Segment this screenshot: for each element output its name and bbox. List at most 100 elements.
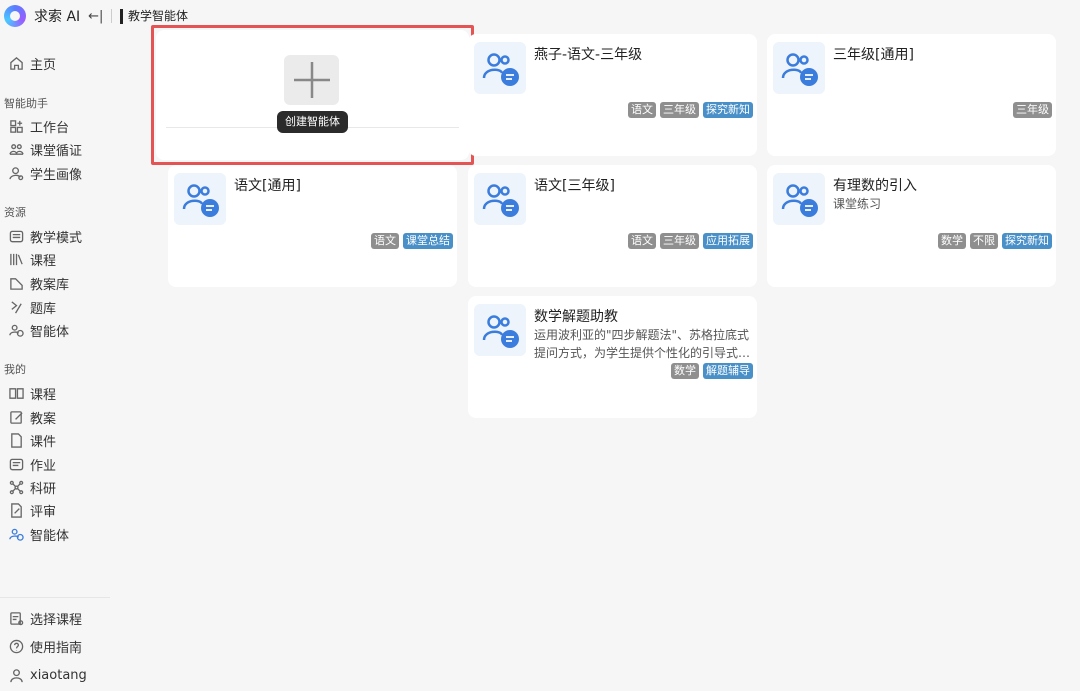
sidebar-item-user-guide[interactable]: 使用指南 [8, 636, 82, 656]
tag: 语文 [628, 233, 656, 249]
tag-list: 数学 不限 探究新知 [938, 233, 1052, 249]
agent-card[interactable]: 有理数的引入 课堂练习 数学 不限 探究新知 [767, 165, 1056, 287]
agent-avatar-icon [773, 42, 825, 94]
sidebar-item-lesson-library[interactable]: 教案库 [8, 273, 69, 293]
grid-plus-icon [8, 118, 24, 134]
sidebar-item-label: 教案库 [30, 277, 70, 293]
tag: 不限 [970, 233, 998, 249]
home-icon [8, 55, 24, 71]
sidebar-item-courses-resource[interactable]: 课程 [8, 249, 56, 269]
sidebar-item-label: 课件 [30, 434, 57, 450]
collapse-sidebar-icon[interactable]: ←| [88, 9, 103, 24]
brand-name: 求索 AI [34, 9, 81, 25]
agent-avatar-icon [773, 173, 825, 225]
sidebar-item-classroom-evidence[interactable]: 课堂循证 [8, 139, 82, 159]
tag: 探究新知 [703, 102, 753, 118]
agent-avatar-icon [474, 173, 526, 225]
edit-icon [8, 409, 24, 425]
ppt-file-icon [8, 432, 24, 448]
sidebar-divider [0, 597, 110, 598]
sidebar-item-student-profile[interactable]: 学生画像 [8, 163, 82, 183]
sidebar-item-question-bank[interactable]: 题库 [8, 297, 56, 317]
user-icon [8, 667, 24, 683]
tag: 三年级 [660, 233, 699, 249]
tag-list: 语文 课堂总结 [371, 233, 453, 249]
sidebar-item-label: 教学模式 [30, 230, 83, 246]
description-line: 运用波利亚的"四步解题法"、苏格拉底式 [534, 328, 750, 342]
tag: 解题辅导 [703, 363, 753, 379]
sidebar-item-teaching-mode[interactable]: 教学模式 [8, 226, 82, 246]
pen-icon [8, 299, 24, 315]
agent-avatar-icon [474, 304, 526, 356]
tag: 应用拓展 [703, 233, 753, 249]
sidebar-item-label: 评审 [30, 504, 57, 520]
tag-list: 语文 三年级 探究新知 [628, 102, 753, 118]
sidebar-item-label: 工作台 [30, 120, 70, 136]
sidebar-item-home[interactable]: 主页 [8, 53, 56, 73]
tag: 语文 [628, 102, 656, 118]
agent-card[interactable]: 三年级[通用] 三年级 [767, 34, 1056, 156]
tag-list: 三年级 [1013, 102, 1052, 118]
agent-card[interactable]: 语文[通用] 语文 课堂总结 [168, 165, 457, 287]
agent-title: 燕子-语文-三年级 [534, 47, 643, 63]
section-title-mine: 我的 [4, 363, 26, 376]
sidebar-item-my-courses[interactable]: 课程 [8, 383, 56, 403]
tag: 三年级 [660, 102, 699, 118]
sidebar-item-label: 智能体 [30, 324, 70, 340]
homework-icon [8, 456, 24, 472]
agent-card[interactable]: 语文[三年级] 语文 三年级 应用拓展 [468, 165, 757, 287]
sidebar-item-label: 智能体 [30, 528, 70, 544]
tag: 探究新知 [1002, 233, 1052, 249]
folder-icon [8, 275, 24, 291]
sidebar-item-label: 使用指南 [30, 640, 83, 656]
tag: 课堂总结 [403, 233, 453, 249]
sidebar: 求索 AI ←| 主页 智能助手 工作台 课堂循证 学生画像 资源 教学模式 课… [0, 0, 110, 691]
sidebar-item-research[interactable]: 科研 [8, 477, 56, 497]
agent-title: 语文[通用] [234, 178, 301, 194]
agent-icon [8, 322, 24, 338]
sidebar-item-label: 主页 [30, 57, 57, 73]
books-icon [8, 251, 24, 267]
tag-list: 数学 解题辅导 [671, 363, 753, 379]
agent-card[interactable]: 数学解题助教 运用波利亚的"四步解题法"、苏格拉底式 提问方式，为学生提供个性化… [468, 296, 757, 418]
username: xiaotang [30, 667, 87, 683]
classroom-icon [8, 141, 24, 157]
tag-list: 语文 三年级 应用拓展 [628, 233, 753, 249]
sidebar-item-label: 教案 [30, 411, 57, 427]
plus-icon [293, 62, 330, 98]
sidebar-item-review[interactable]: 评审 [8, 500, 56, 520]
header-divider [111, 9, 112, 23]
breadcrumb: 教学智能体 [120, 9, 188, 24]
section-title-resources: 资源 [4, 206, 26, 219]
agent-title: 数学解题助教 [534, 309, 618, 325]
sidebar-item-my-lessons[interactable]: 教案 [8, 407, 56, 427]
sidebar-item-user[interactable]: xiaotang [8, 665, 87, 685]
tag: 数学 [938, 233, 966, 249]
sidebar-item-label: 课程 [30, 387, 57, 403]
help-icon [8, 638, 24, 654]
agent-card[interactable]: 燕子-语文-三年级 语文 三年级 探究新知 [468, 34, 757, 156]
sidebar-item-my-slides[interactable]: 课件 [8, 430, 56, 450]
section-title-assistant: 智能助手 [4, 97, 48, 110]
sidebar-item-label: 题库 [30, 301, 57, 317]
sidebar-item-select-course[interactable]: 选择课程 [8, 608, 82, 628]
sidebar-item-my-agents[interactable]: 智能体 [8, 524, 69, 544]
sidebar-item-label: 课堂循证 [30, 143, 83, 159]
agent-title: 三年级[通用] [833, 47, 914, 63]
create-agent-card[interactable]: 创建智能体 [156, 30, 469, 160]
sidebar-item-my-homework[interactable]: 作业 [8, 454, 56, 474]
network-icon [8, 479, 24, 495]
sidebar-item-agents-resource[interactable]: 智能体 [8, 320, 69, 340]
agent-description: 课堂练习 [833, 195, 1053, 213]
create-agent-button[interactable] [284, 55, 339, 105]
sidebar-item-label: 课程 [30, 253, 57, 269]
brand-logo [4, 5, 26, 27]
brand[interactable]: 求索 AI ←| [4, 5, 103, 27]
agent-avatar-icon [174, 173, 226, 225]
description-line: 课堂练习 [833, 197, 882, 211]
agent-icon [8, 526, 24, 542]
open-book-icon [8, 385, 24, 401]
list-icon [8, 228, 24, 244]
sidebar-item-workbench[interactable]: 工作台 [8, 116, 69, 136]
agent-avatar-icon [474, 42, 526, 94]
